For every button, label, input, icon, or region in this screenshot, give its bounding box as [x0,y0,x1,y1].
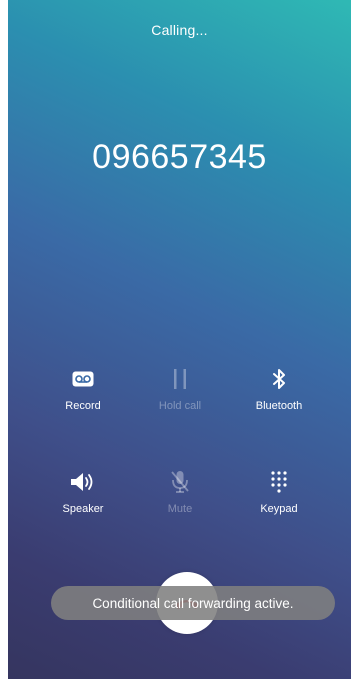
bluetooth-button[interactable]: Bluetooth [224,366,334,412]
pause-icon [125,366,235,392]
keypad-label: Keypad [260,503,298,515]
call-screen: Calling... 096657345 Record Hold call Bl… [8,0,351,679]
mute-label: Mute [167,503,193,515]
call-controls: Record Hold call Bluetooth Speaker Mute … [8,366,351,526]
keypad-button[interactable]: Keypad [224,469,334,515]
call-status: Calling... [151,22,208,38]
record-label: Record [65,400,101,412]
bluetooth-icon [224,366,334,392]
mute-button[interactable]: Mute [125,469,235,515]
record-button[interactable]: Record [28,366,138,412]
mic-off-icon [125,469,235,495]
toast-message: Conditional call forwarding active. [51,586,335,620]
speaker-icon [28,469,138,495]
voicemail-record-icon [28,366,138,392]
speaker-button[interactable]: Speaker [28,469,138,515]
phone-number: 096657345 [92,138,267,176]
dialpad-icon [224,469,334,495]
speaker-label: Speaker [62,503,104,515]
hold-call-label: Hold call [158,400,202,412]
bluetooth-label: Bluetooth [255,400,303,412]
hold-call-button[interactable]: Hold call [125,366,235,412]
